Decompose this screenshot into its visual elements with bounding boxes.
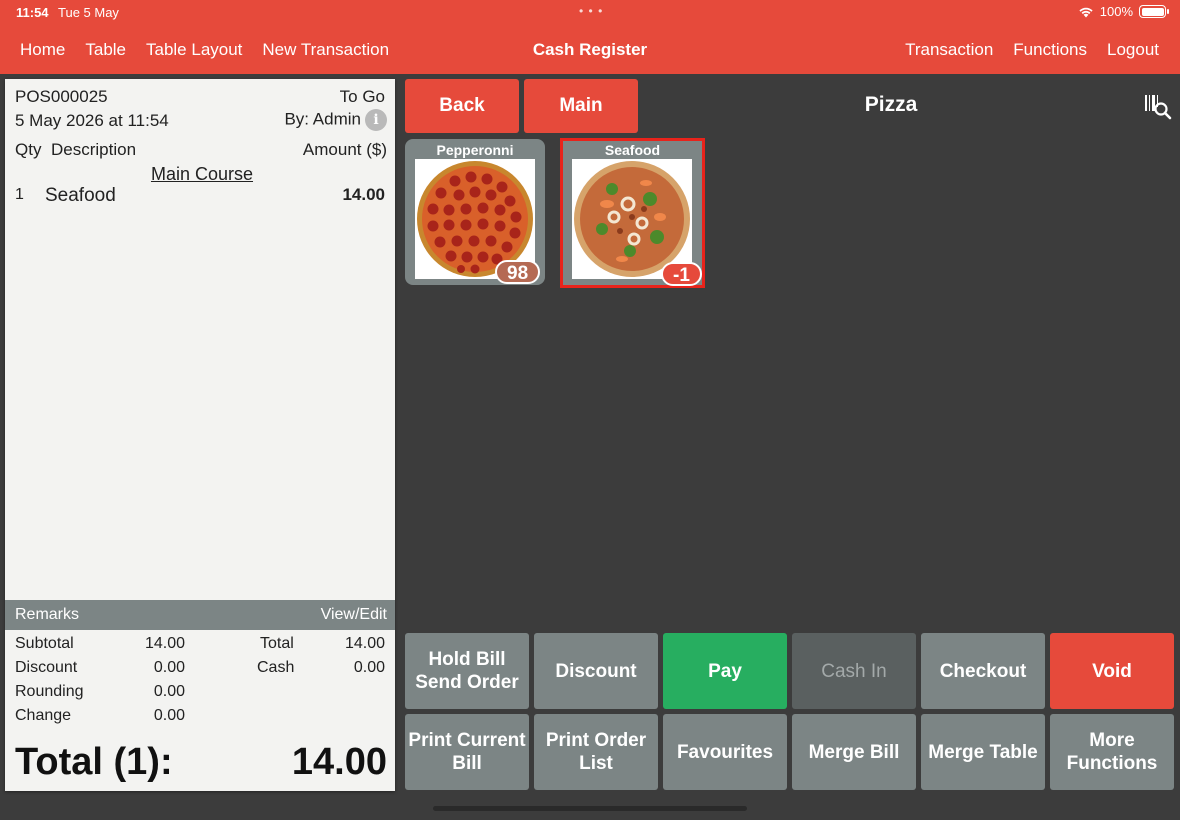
discount-button[interactable]: Discount <box>534 633 658 709</box>
pay-button[interactable]: Pay <box>663 633 787 709</box>
nav-left: Home Table Table Layout New Transaction <box>20 40 389 60</box>
column-qty: Qty <box>15 140 42 159</box>
nav-right: Transaction Functions Logout <box>905 40 1159 60</box>
stock-badge: -1 <box>661 262 702 286</box>
nav-table[interactable]: Table <box>85 40 126 60</box>
nav-new-transaction[interactable]: New Transaction <box>262 40 389 60</box>
multitasking-dots-icon[interactable]: • • • <box>579 4 603 18</box>
order-staff: By: Admin i <box>284 109 387 131</box>
status-indicators: 100% <box>1078 4 1169 19</box>
line-amount: 14.00 <box>342 185 385 204</box>
merge-bill-button[interactable]: Merge Bill <box>792 714 916 790</box>
nav-transaction[interactable]: Transaction <box>905 40 993 60</box>
rounding-value: 0.00 <box>153 683 185 700</box>
remarks-edit-link[interactable]: View/Edit <box>321 606 387 624</box>
remarks-label: Remarks <box>15 606 80 623</box>
column-description: Description <box>51 140 137 159</box>
battery-percent: 100% <box>1099 4 1133 19</box>
remarks-bar[interactable]: Remarks View/Edit <box>5 600 395 630</box>
change-label: Change <box>15 707 72 724</box>
staff-label: By: Admin <box>284 109 361 129</box>
main-button[interactable]: Main <box>524 79 638 133</box>
home-indicator <box>433 806 747 811</box>
discount-label: Discount <box>15 659 78 676</box>
order-datetime: 5 May 2026 at 11:54 <box>15 111 169 130</box>
subtotal-value: 14.00 <box>144 635 185 652</box>
status-time: 11:54 <box>16 5 49 20</box>
status-date: Tue 5 May <box>58 5 119 20</box>
info-icon[interactable]: i <box>365 109 387 131</box>
total-value: 14.00 <box>344 635 385 652</box>
print-current-bill-button[interactable]: Print Current Bill <box>405 714 529 790</box>
more-functions-button[interactable]: More Functions <box>1050 714 1174 790</box>
item-name: Seafood <box>604 142 661 158</box>
order-number: POS000025 <box>15 87 108 106</box>
subtotal-label: Subtotal <box>15 635 74 652</box>
print-order-list-button[interactable]: Print Order List <box>534 714 658 790</box>
void-button[interactable]: Void <box>1050 633 1174 709</box>
cash-label: Cash <box>257 659 295 676</box>
column-amount: Amount ($) <box>302 140 387 159</box>
order-type[interactable]: To Go <box>340 87 385 107</box>
item-name: Pepperonni <box>436 142 514 158</box>
battery-icon <box>1139 5 1169 18</box>
merge-table-button[interactable]: Merge Table <box>921 714 1045 790</box>
line-qty: 1 <box>15 186 24 203</box>
wifi-icon <box>1079 7 1093 17</box>
line-description: Seafood <box>45 185 116 206</box>
hold-bill-send-order-button[interactable]: Hold Bill Send Order <box>405 633 529 709</box>
section-heading: Main Course <box>150 164 254 184</box>
back-button[interactable]: Back <box>405 79 519 133</box>
receipt-panel: POS000025 To Go 5 May 2026 at 11:54 By: … <box>5 79 395 791</box>
nav-functions[interactable]: Functions <box>1013 40 1087 60</box>
nav-home[interactable]: Home <box>20 40 65 60</box>
stock-badge: 98 <box>495 260 541 284</box>
grand-total-value: 14.00 <box>291 741 387 783</box>
discount-value: 0.00 <box>153 659 185 676</box>
cash-value: 0.00 <box>353 659 385 676</box>
nav-logout[interactable]: Logout <box>1107 40 1159 60</box>
change-value: 0.00 <box>153 707 185 724</box>
nav-table-layout[interactable]: Table Layout <box>146 40 242 60</box>
favourites-button[interactable]: Favourites <box>663 714 787 790</box>
category-title: Pizza <box>864 93 918 116</box>
menu-item-seafood[interactable]: Seafood -1 <box>560 138 705 288</box>
checkout-button[interactable]: Checkout <box>921 633 1045 709</box>
seafood-pizza-image <box>572 159 692 279</box>
cash-in-button[interactable]: Cash In <box>792 633 916 709</box>
total-label: Total <box>260 635 294 652</box>
rounding-label: Rounding <box>15 683 84 700</box>
top-bar: 11:54 Tue 5 May • • • 100% Home Table Ta… <box>0 0 1180 74</box>
menu-item-pepperonni[interactable]: Pepperonni 98 <box>405 139 545 285</box>
grand-total-label: Total (1): <box>15 741 173 783</box>
barcode-search-icon[interactable] <box>1144 94 1172 120</box>
